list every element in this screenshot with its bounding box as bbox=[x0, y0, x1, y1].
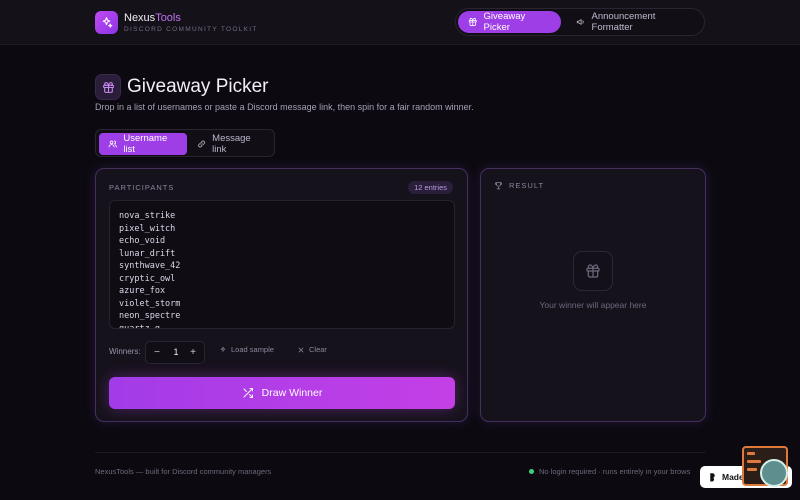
page-title: Giveaway Picker bbox=[127, 76, 269, 97]
clear-button[interactable]: Clear bbox=[297, 345, 327, 354]
footer-status: No login required · runs entirely in you… bbox=[529, 467, 690, 476]
shuffle-icon bbox=[243, 388, 253, 398]
footer-status-text: No login required · runs entirely in you… bbox=[539, 467, 691, 476]
participant-line: synthwave_42 bbox=[119, 261, 181, 271]
participants-textarea[interactable]: nova_strike pixel_witch echo_void lunar_… bbox=[109, 200, 455, 329]
increment-button[interactable]: + bbox=[187, 346, 199, 360]
nav-label: Giveaway Picker bbox=[483, 11, 526, 33]
avatar bbox=[760, 459, 788, 487]
tab-message-link[interactable]: Message link bbox=[188, 133, 272, 155]
participant-line: echo_void bbox=[119, 236, 166, 246]
participant-line: nova_strike bbox=[119, 211, 176, 221]
load-sample-label: Load sample bbox=[231, 345, 274, 354]
draw-controls: Winners: − 1 + Load sample Clear bbox=[109, 341, 455, 365]
result-placeholder: Your winner will appear here bbox=[539, 300, 647, 310]
winners-stepper: − 1 + bbox=[145, 341, 205, 364]
tab-label: Username list bbox=[123, 133, 168, 155]
participant-line: violet_storm bbox=[119, 298, 181, 309]
gift-icon bbox=[573, 251, 613, 291]
nav-giveaway-picker[interactable]: Giveaway Picker bbox=[458, 11, 561, 33]
participant-line: neon_spectre bbox=[119, 311, 181, 321]
clear-label: Clear bbox=[309, 345, 327, 354]
participants-label: PARTICIPANTS bbox=[109, 183, 175, 192]
mode-tabs: Username list Message link bbox=[95, 129, 275, 157]
trophy-icon bbox=[495, 182, 502, 190]
widget-bar bbox=[747, 452, 755, 455]
footer-divider bbox=[95, 452, 706, 453]
top-nav: Giveaway Picker Announcement Formatter bbox=[455, 8, 705, 36]
tab-label: Message link bbox=[212, 133, 251, 155]
draw-winner-button[interactable]: Draw Winner bbox=[109, 377, 455, 409]
status-dot bbox=[529, 469, 534, 474]
brand: NexusTools DISCORD COMMUNITY TOOLKIT bbox=[124, 12, 258, 34]
participants-card: PARTICIPANTS 12 entries nova_strike pixe… bbox=[95, 168, 468, 422]
load-sample-button[interactable]: Load sample bbox=[219, 345, 274, 354]
winners-label: Winners: bbox=[109, 347, 141, 356]
brand-subtitle: DISCORD COMMUNITY TOOLKIT bbox=[124, 26, 258, 33]
nav-label: Announcement Formatter bbox=[591, 11, 656, 33]
participant-line: cryptic_owl bbox=[119, 273, 176, 284]
link-icon bbox=[198, 140, 205, 148]
tab-username-list[interactable]: Username list bbox=[99, 133, 187, 155]
widget-bar bbox=[747, 460, 761, 463]
brand-name-accent: Tools bbox=[155, 12, 181, 24]
assistant-widget[interactable] bbox=[742, 446, 790, 488]
participant-line: pixel_witch bbox=[119, 223, 176, 234]
participant-line: azure_fox bbox=[119, 286, 166, 296]
participant-line: quartz_g bbox=[119, 323, 160, 329]
brand-name: NexusTools bbox=[124, 12, 258, 24]
draw-winner-label: Draw Winner bbox=[261, 387, 323, 399]
widget-bar bbox=[747, 468, 757, 471]
participant-line: lunar_drift bbox=[119, 248, 176, 259]
footer-credit: NexusTools — built for Discord community… bbox=[95, 467, 272, 476]
users-icon bbox=[108, 140, 117, 148]
sparkle-icon bbox=[220, 346, 226, 352]
bolt-logo-icon bbox=[710, 473, 715, 482]
winners-value[interactable]: 1 bbox=[168, 347, 184, 357]
megaphone-icon bbox=[576, 19, 584, 25]
nav-announcement-formatter[interactable]: Announcement Formatter bbox=[566, 11, 704, 33]
brand-name-main: Nexus bbox=[124, 12, 156, 24]
page-subtitle: Drop in a list of usernames or paste a D… bbox=[95, 102, 474, 112]
gift-icon bbox=[468, 18, 477, 26]
decrement-button[interactable]: − bbox=[151, 346, 163, 360]
entries-count-badge: 12 entries bbox=[408, 181, 453, 194]
close-icon bbox=[298, 347, 304, 352]
result-card: RESULT Your winner will appear here bbox=[480, 168, 706, 422]
top-bar: NexusTools DISCORD COMMUNITY TOOLKIT Giv… bbox=[0, 0, 800, 45]
sparkles-logo-icon bbox=[95, 11, 118, 34]
result-label: RESULT bbox=[509, 181, 545, 190]
gift-icon bbox=[95, 74, 121, 100]
result-header: RESULT bbox=[494, 181, 544, 190]
